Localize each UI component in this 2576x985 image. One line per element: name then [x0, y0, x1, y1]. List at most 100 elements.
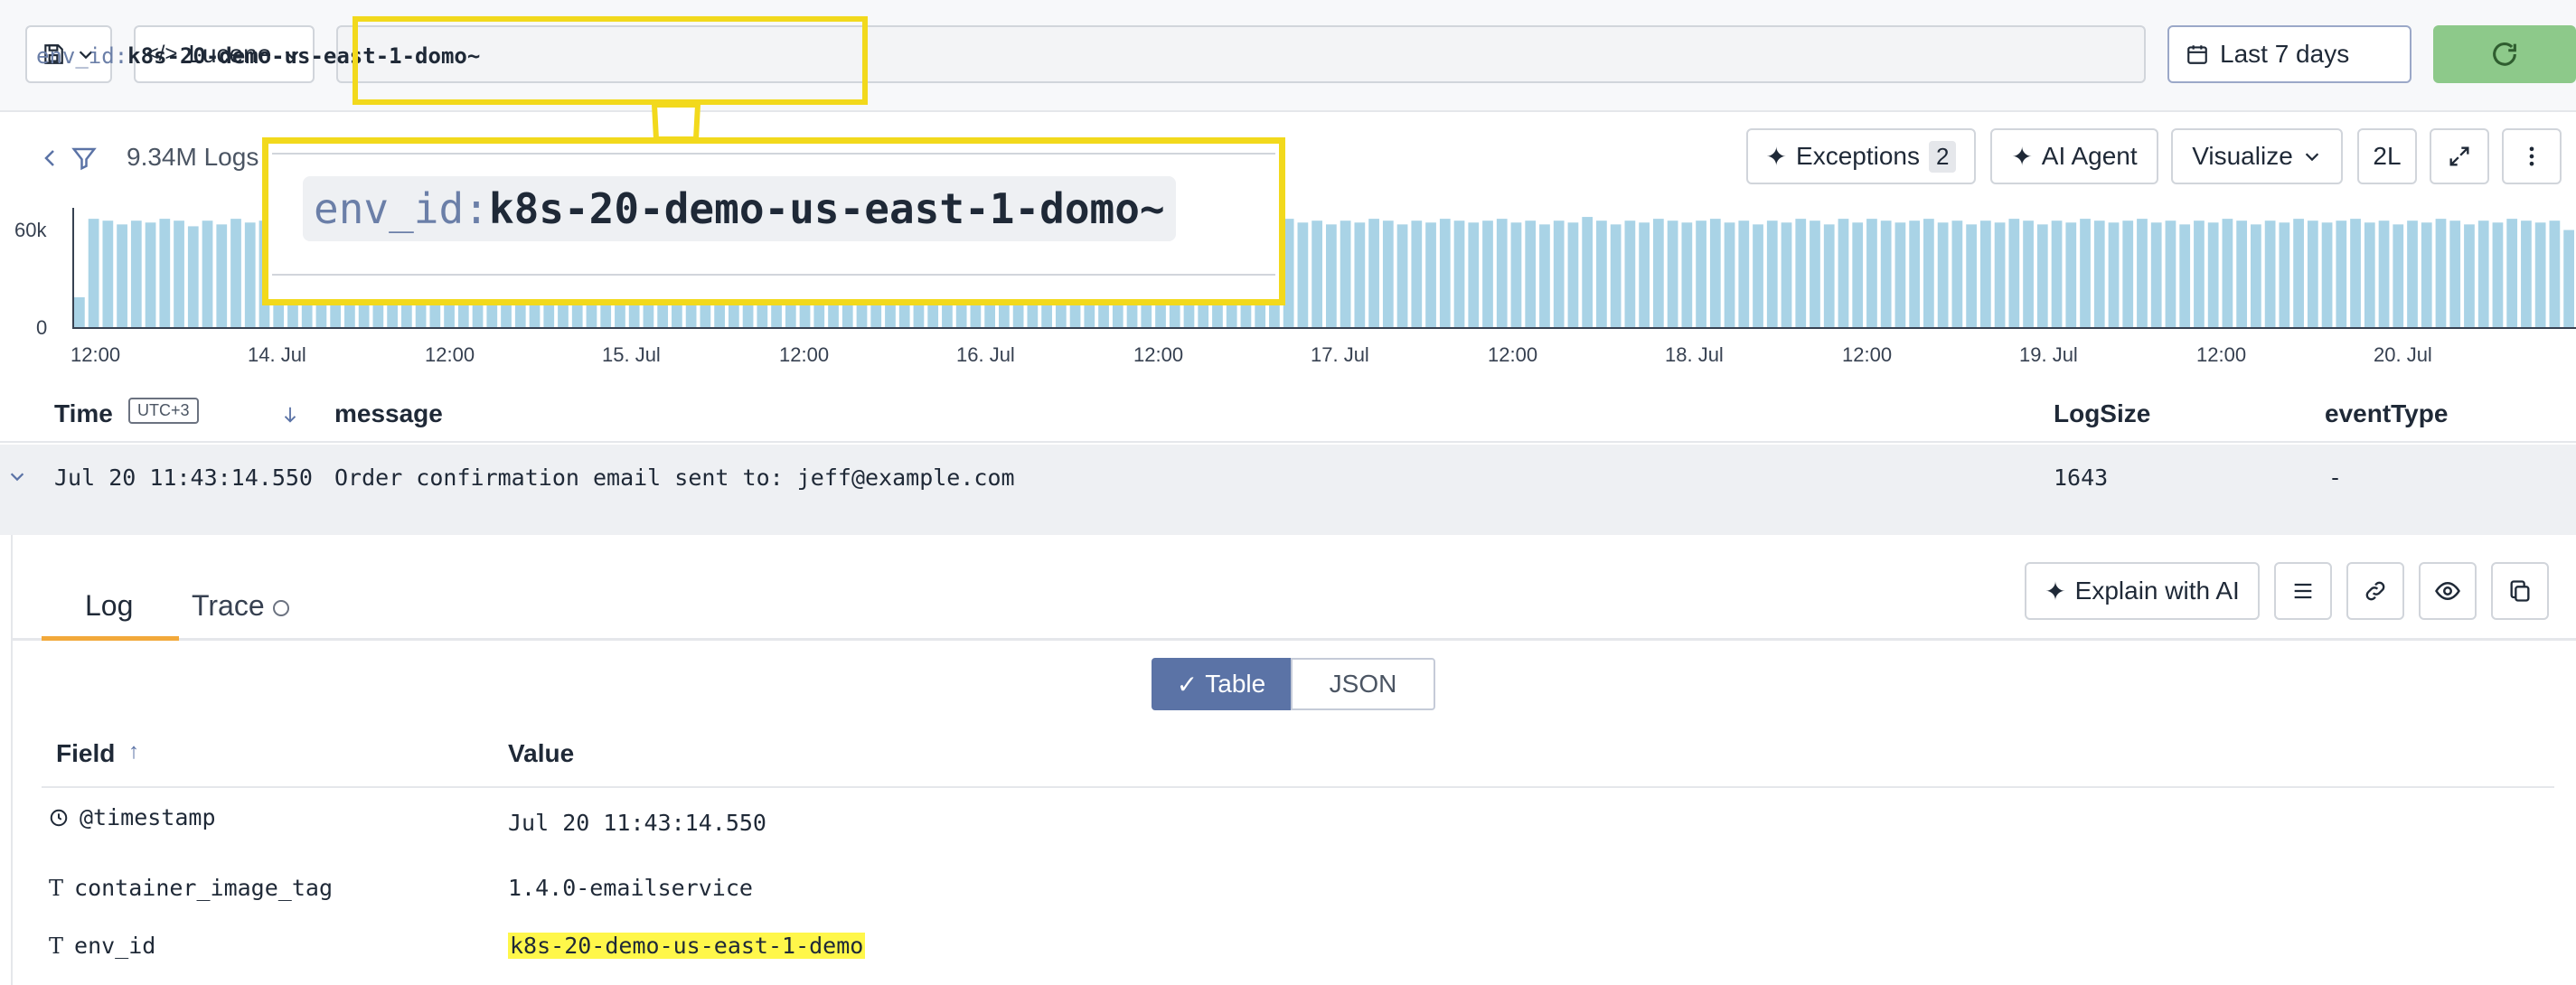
histogram-bar[interactable] — [1994, 222, 2006, 327]
field-row-env-id[interactable]: T env_id — [49, 933, 155, 959]
histogram-bar[interactable] — [1354, 222, 1366, 327]
histogram-bar[interactable] — [1596, 220, 1607, 327]
histogram-bar[interactable] — [130, 220, 142, 327]
histogram-bar[interactable] — [2108, 222, 2120, 327]
histogram-bar[interactable] — [1795, 219, 1807, 327]
histogram-bar[interactable] — [1909, 220, 1921, 327]
histogram-bar[interactable] — [1639, 222, 1650, 327]
column-header-message[interactable]: message — [334, 399, 443, 428]
histogram-bar[interactable] — [1880, 220, 1892, 327]
exceptions-button[interactable]: ✦ Exceptions 2 — [1746, 128, 1976, 184]
histogram-bar[interactable] — [2477, 220, 2489, 327]
histogram-bar[interactable] — [1951, 220, 1963, 327]
histogram-bar[interactable] — [1979, 220, 1991, 327]
histogram-bar[interactable] — [1411, 220, 1423, 327]
tab-log[interactable]: Log — [85, 589, 133, 623]
histogram-bar[interactable] — [1453, 220, 1465, 327]
histogram-bar[interactable] — [2008, 219, 2020, 327]
histogram-bar[interactable] — [2449, 220, 2461, 327]
json-view-toggle[interactable]: JSON — [1291, 658, 1435, 710]
histogram-bar[interactable] — [1709, 219, 1721, 327]
histogram-bar[interactable] — [2137, 219, 2148, 327]
histogram-bar[interactable] — [1482, 220, 1493, 327]
histogram-bar[interactable] — [2563, 230, 2574, 327]
histogram-bar[interactable] — [1838, 219, 1849, 327]
histogram-bar[interactable] — [244, 222, 256, 327]
line-count-button[interactable]: 2L — [2357, 128, 2417, 184]
histogram-bar[interactable] — [2051, 220, 2063, 327]
histogram-bar[interactable] — [2321, 222, 2333, 327]
histogram-bar[interactable] — [1667, 220, 1678, 327]
histogram-bar[interactable] — [2506, 219, 2518, 327]
histogram-bar[interactable] — [1425, 222, 1436, 327]
histogram-bar[interactable] — [202, 220, 213, 327]
histogram-bar[interactable] — [1652, 219, 1664, 327]
histogram-bar[interactable] — [2179, 224, 2191, 327]
filter-icon[interactable] — [71, 145, 98, 172]
histogram-bar[interactable] — [174, 220, 184, 327]
histogram-bar[interactable] — [2165, 220, 2176, 327]
histogram-bar[interactable] — [2336, 220, 2347, 327]
histogram-bar[interactable] — [88, 219, 99, 327]
copy-button[interactable] — [2491, 562, 2549, 620]
histogram-bar[interactable] — [2093, 220, 2105, 327]
histogram-bar[interactable] — [2492, 222, 2504, 327]
histogram-bar[interactable] — [1781, 222, 1792, 327]
field-row-container-image-tag[interactable]: T container_image_tag — [49, 875, 333, 901]
visualize-button[interactable]: Visualize — [2171, 128, 2343, 184]
histogram-bar[interactable] — [230, 219, 241, 327]
histogram-bar[interactable] — [2222, 219, 2233, 327]
tab-trace[interactable]: Trace — [192, 589, 289, 623]
histogram-bar[interactable] — [2065, 222, 2077, 327]
histogram-bar[interactable] — [1553, 220, 1565, 327]
histogram-bar[interactable] — [117, 224, 127, 327]
histogram-bar[interactable] — [2393, 224, 2404, 327]
histogram-bar[interactable] — [2407, 220, 2418, 327]
field-row-timestamp[interactable]: @timestamp — [49, 804, 216, 830]
explain-with-ai-button[interactable]: ✦ Explain with AI — [2025, 562, 2260, 620]
histogram-bar[interactable] — [1852, 222, 1864, 327]
column-header-time[interactable]: Time — [54, 399, 113, 428]
histogram-bar[interactable] — [1966, 224, 1977, 327]
histogram-bar[interactable] — [1312, 220, 1322, 327]
column-header-logsize[interactable]: LogSize — [2054, 399, 2150, 428]
histogram-bar[interactable] — [1382, 220, 1394, 327]
histogram-bar[interactable] — [1567, 222, 1579, 327]
histogram-bar[interactable] — [1297, 222, 1309, 327]
sort-arrow-up-icon[interactable]: ↑ — [128, 739, 139, 765]
histogram-bar[interactable] — [1681, 222, 1693, 327]
timezone-badge[interactable]: UTC+3 — [128, 398, 199, 424]
histogram-bar[interactable] — [2435, 219, 2447, 327]
histogram-bar[interactable] — [1766, 220, 1778, 327]
histogram-bar[interactable] — [1823, 224, 1835, 327]
histogram-bar[interactable] — [2307, 220, 2318, 327]
chevron-down-icon[interactable] — [7, 466, 27, 486]
histogram-bar[interactable] — [1510, 222, 1522, 327]
histogram-bar[interactable] — [1439, 219, 1451, 327]
histogram-bar[interactable] — [159, 219, 171, 327]
histogram-bar[interactable] — [1624, 220, 1636, 327]
expand-button[interactable] — [2430, 128, 2489, 184]
histogram-bar[interactable] — [2521, 220, 2532, 327]
histogram-bar[interactable] — [102, 220, 114, 327]
histogram-bar[interactable] — [2549, 220, 2561, 327]
wrap-lines-button[interactable] — [2274, 562, 2332, 620]
date-range-picker[interactable]: Last 7 days — [2167, 25, 2411, 83]
histogram-bar[interactable] — [2534, 222, 2546, 327]
histogram-bar[interactable] — [2207, 222, 2219, 327]
chevron-left-icon[interactable] — [40, 145, 61, 172]
histogram-bar[interactable] — [1738, 220, 1750, 327]
histogram-bar[interactable] — [2251, 224, 2261, 327]
histogram-bar[interactable] — [2036, 224, 2048, 327]
field-column-header[interactable]: Field — [56, 739, 115, 768]
histogram-bar[interactable] — [1610, 224, 1622, 327]
histogram-bar[interactable] — [2378, 220, 2390, 327]
histogram-bar[interactable] — [1724, 222, 1735, 327]
histogram-bar[interactable] — [1368, 219, 1379, 327]
refresh-button[interactable] — [2433, 25, 2576, 83]
histogram-bar[interactable] — [1525, 220, 1537, 327]
more-options-button[interactable] — [2502, 128, 2562, 184]
histogram-bar[interactable] — [2236, 220, 2248, 327]
view-button[interactable] — [2419, 562, 2477, 620]
histogram-bar[interactable] — [2279, 222, 2290, 327]
